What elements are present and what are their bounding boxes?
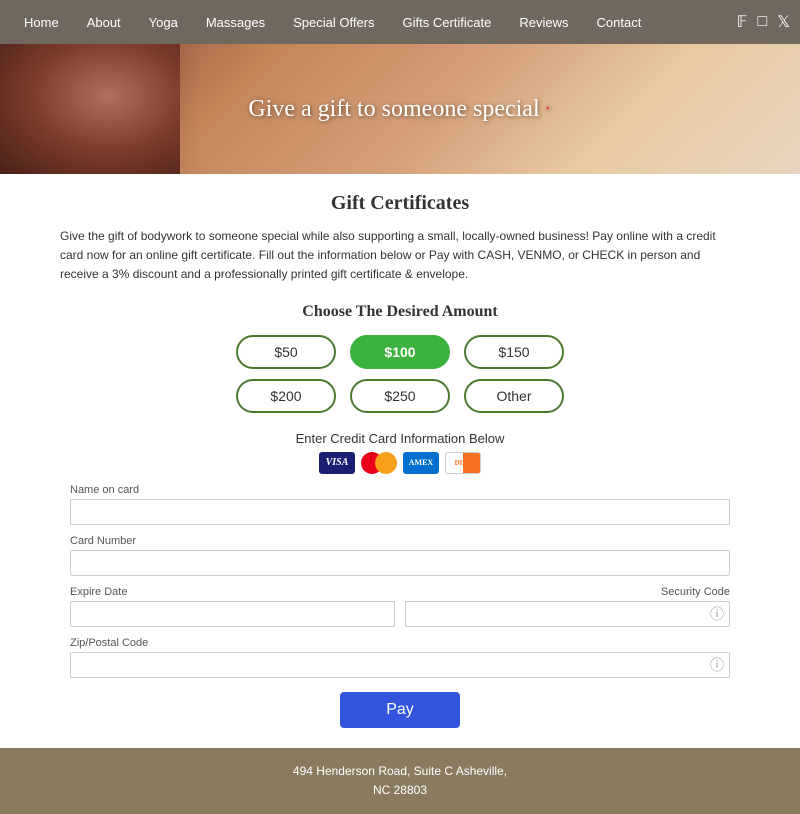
name-label: Name on card <box>70 484 730 496</box>
hero-person-image <box>0 44 180 174</box>
cc-section: Enter Credit Card Information Below VISA… <box>60 431 740 474</box>
mastercard-icon <box>361 452 397 474</box>
nav-massages[interactable]: Massages <box>192 0 279 44</box>
security-input[interactable] <box>405 601 730 627</box>
amex-icon: AMEX <box>403 452 439 474</box>
hero-text: Give a gift to someone special· <box>248 96 551 123</box>
visa-icon: VISA <box>319 452 355 474</box>
pay-wrap: Pay <box>60 692 740 728</box>
choose-title: Choose The Desired Amount <box>60 303 740 321</box>
footer: 494 Henderson Road, Suite C Asheville, N… <box>0 748 800 814</box>
pay-button[interactable]: Pay <box>340 692 460 728</box>
amount-250[interactable]: $250 <box>350 379 450 413</box>
amount-150[interactable]: $150 <box>464 335 564 369</box>
amount-other[interactable]: Other <box>464 379 564 413</box>
description-text: Give the gift of bodywork to someone spe… <box>60 227 740 285</box>
footer-line2: NC 28803 <box>10 781 790 800</box>
section-title: Gift Certificates <box>60 192 740 215</box>
expire-label: Expire Date <box>70 586 395 598</box>
cc-icons: VISA AMEX DISC <box>60 452 740 474</box>
amount-100[interactable]: $100 <box>350 335 450 369</box>
nav-reviews[interactable]: Reviews <box>505 0 582 44</box>
nav-links: Home About Yoga Massages Special Offers … <box>10 0 655 44</box>
nav-about[interactable]: About <box>73 0 135 44</box>
security-label: Security Code <box>405 586 730 598</box>
zip-input-wrap: ⓘ <box>70 652 730 678</box>
zip-label: Zip/Postal Code <box>70 637 730 649</box>
nav-contact[interactable]: Contact <box>583 0 656 44</box>
card-number-row: Card Number <box>70 535 730 576</box>
hero-dot: · <box>544 96 552 122</box>
name-input[interactable] <box>70 499 730 525</box>
discover-icon: DISC <box>445 452 481 474</box>
security-field: Security Code ⓘ <box>405 586 730 627</box>
security-help-icon: ⓘ <box>710 604 724 624</box>
expire-field: Expire Date <box>70 586 395 627</box>
nav-special-offers[interactable]: Special Offers <box>279 0 388 44</box>
zip-input[interactable] <box>70 652 730 678</box>
social-icons: 𝔽 □ 𝕏 <box>737 12 790 32</box>
twitter-icon[interactable]: 𝕏 <box>777 12 790 32</box>
nav-gifts-certificate[interactable]: Gifts Certificate <box>389 0 506 44</box>
amount-row-2: $200 $250 Other <box>236 379 564 413</box>
amount-row-1: $50 $100 $150 <box>236 335 564 369</box>
amount-grid: $50 $100 $150 $200 $250 Other <box>60 335 740 413</box>
expire-security-row: Expire Date Security Code ⓘ <box>70 586 730 627</box>
security-input-wrap: ⓘ <box>405 601 730 627</box>
main-content: Gift Certificates Give the gift of bodyw… <box>0 174 800 748</box>
cc-title: Enter Credit Card Information Below <box>60 431 740 446</box>
navigation: Home About Yoga Massages Special Offers … <box>0 0 800 44</box>
zip-row: Zip/Postal Code ⓘ <box>70 637 730 678</box>
nav-home[interactable]: Home <box>10 0 73 44</box>
footer-line1: 494 Henderson Road, Suite C Asheville, <box>10 762 790 781</box>
name-field-row: Name on card <box>70 484 730 525</box>
amount-50[interactable]: $50 <box>236 335 336 369</box>
amount-200[interactable]: $200 <box>236 379 336 413</box>
instagram-icon[interactable]: □ <box>757 13 767 31</box>
card-number-input[interactable] <box>70 550 730 576</box>
hero-banner: Give a gift to someone special· <box>0 44 800 174</box>
nav-yoga[interactable]: Yoga <box>135 0 192 44</box>
facebook-icon[interactable]: 𝔽 <box>737 12 748 32</box>
credit-card-form: Name on card Card Number Expire Date Sec… <box>60 484 740 678</box>
zip-help-icon: ⓘ <box>710 655 724 675</box>
expire-input[interactable] <box>70 601 395 627</box>
card-number-label: Card Number <box>70 535 730 547</box>
